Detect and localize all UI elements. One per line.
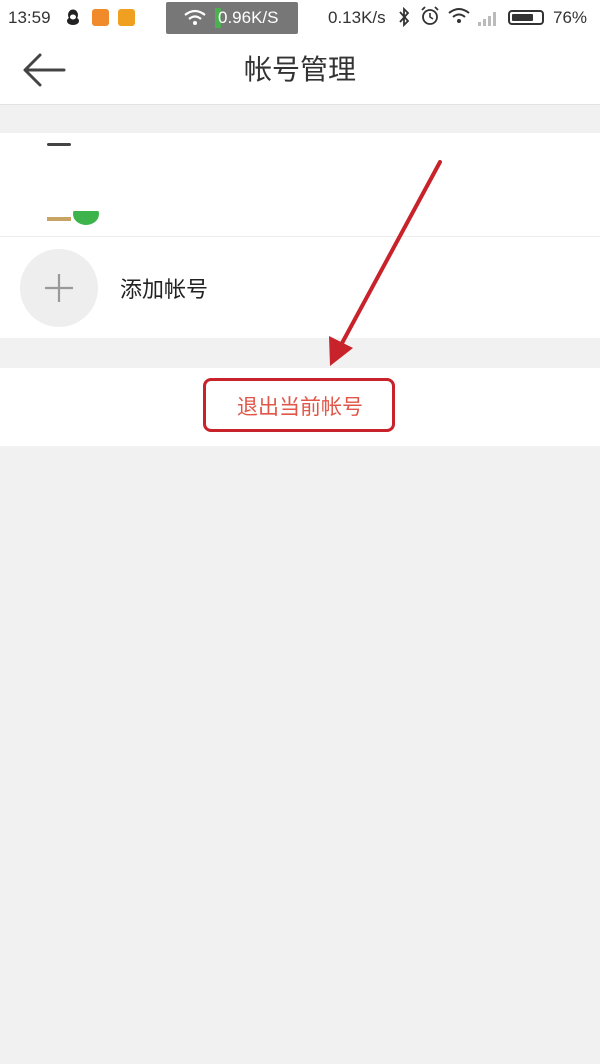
- app-icon: [118, 9, 135, 26]
- hotspot-speed-indicator: 0.96K/S: [166, 2, 298, 34]
- qq-icon: [67, 9, 79, 25]
- status-time: 13:59: [8, 8, 51, 27]
- battery-icon: [508, 10, 544, 25]
- wifi-icon: [184, 9, 206, 25]
- accounts-list: 添加帐号: [0, 133, 600, 338]
- account-item[interactable]: [0, 133, 600, 237]
- battery-percent: 76%: [553, 8, 588, 27]
- alarm-icon: [421, 6, 439, 25]
- annotation-highlight-box: [203, 378, 395, 432]
- online-status-badge: [47, 211, 103, 225]
- avatar: [47, 143, 71, 146]
- bluetooth-icon: [399, 7, 410, 27]
- page-title: 帐号管理: [243, 53, 356, 86]
- add-account-button[interactable]: 添加帐号: [0, 236, 600, 338]
- network-speed: 0.13K/s: [328, 8, 386, 27]
- battery-fill: [512, 14, 533, 21]
- app-icon: [92, 9, 109, 26]
- wifi-icon: [448, 8, 470, 23]
- hotspot-speed: 0.96K/S: [218, 8, 279, 27]
- plus-icon: [45, 274, 73, 302]
- app-header: 帐号管理: [0, 36, 600, 105]
- status-bar: 13:59 0.96K/S 0.13K/s 76%: [0, 0, 600, 36]
- add-account-circle: [20, 249, 98, 327]
- signal-icon: [478, 12, 496, 26]
- add-account-label: 添加帐号: [120, 278, 209, 303]
